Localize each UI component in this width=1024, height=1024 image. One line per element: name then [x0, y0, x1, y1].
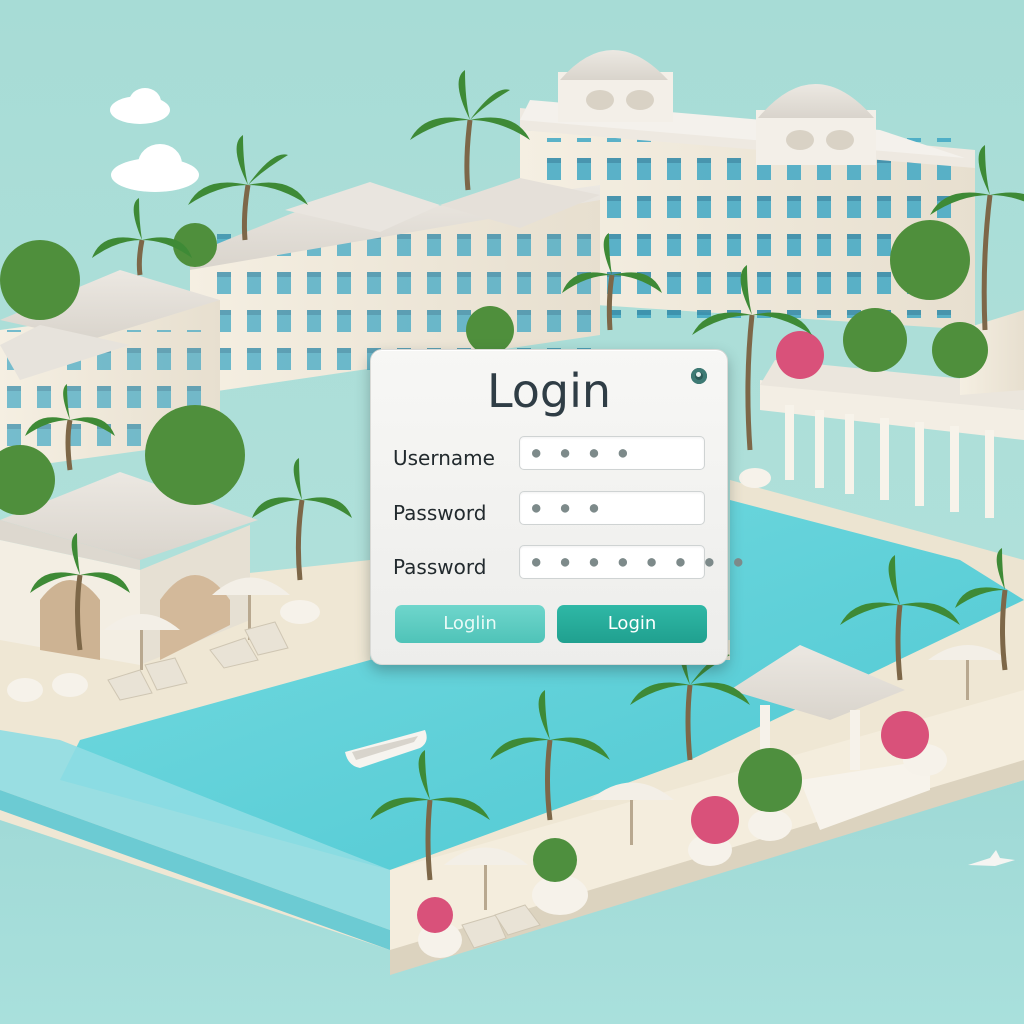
login-dialog: Login Username ● ● ● ● Password ● ● ● Pa… — [370, 349, 742, 665]
confirm-password-field[interactable]: ● ● ● ● ● ● ● ● — [519, 545, 742, 579]
close-icon[interactable] — [691, 368, 707, 384]
login-button[interactable]: Login — [557, 605, 707, 643]
secondary-login-button[interactable]: Loglin — [395, 605, 545, 643]
confirm-password-mask: ● ● ● ● ● ● ● ● — [532, 554, 749, 570]
username-label: Username — [393, 446, 495, 470]
password-field[interactable]: ● ● ● — [519, 491, 705, 525]
username-mask: ● ● ● ● — [532, 445, 634, 461]
login-title: Login — [486, 364, 612, 418]
password-label: Password — [393, 501, 487, 525]
password-mask: ● ● ● — [532, 500, 605, 516]
username-field[interactable]: ● ● ● ● — [519, 436, 705, 470]
confirm-password-label: Password — [393, 555, 487, 579]
